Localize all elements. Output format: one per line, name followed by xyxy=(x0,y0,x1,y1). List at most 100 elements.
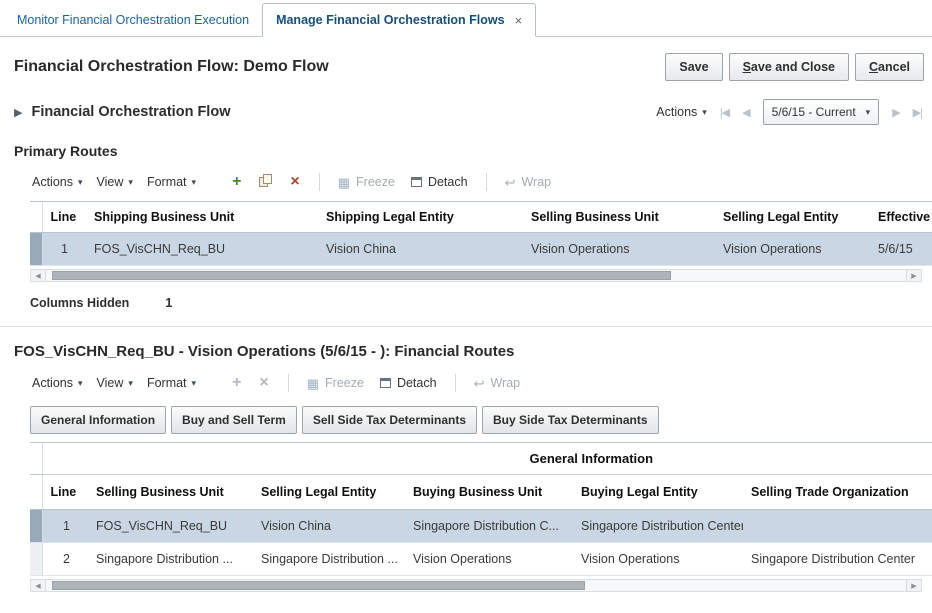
wrap-icon: ↩ xyxy=(474,377,485,390)
cell-effective-start: 5/6/15 xyxy=(870,233,932,266)
cell-selling-business-unit: Vision Operations xyxy=(523,233,715,266)
toggle-sell-side-tax-determinants[interactable]: Sell Side Tax Determinants xyxy=(302,406,477,434)
actions-menu[interactable]: Actions ▾ xyxy=(30,171,85,193)
wrap-button-label: Wrap xyxy=(490,376,520,390)
cell-selling-legal-entity: Singapore Distribution ... xyxy=(253,543,405,576)
cell-selling-trade-organization xyxy=(743,510,932,543)
page-header: Financial Orchestration Flow: Demo Flow … xyxy=(0,37,932,81)
scrollbar-thumb[interactable] xyxy=(52,581,585,590)
view-menu[interactable]: View ▾ xyxy=(95,372,135,394)
row-selector-header xyxy=(30,443,42,475)
row-selector[interactable] xyxy=(30,543,42,576)
save-and-close-button[interactable]: Save and Close xyxy=(729,53,849,81)
financial-routes-toolbar: Actions ▾ View ▾ Format ▾ + × ▦ Freeze D… xyxy=(30,372,924,394)
next-version-icon: ▶ xyxy=(892,106,899,119)
freeze-button-label: Freeze xyxy=(325,376,364,390)
column-header-buying-business-unit: Buying Business Unit xyxy=(405,475,573,510)
table-row[interactable]: 2 Singapore Distribution ... Singapore D… xyxy=(30,543,932,576)
scroll-left-icon[interactable]: ◀ xyxy=(31,580,46,591)
tab-bar: Monitor Financial Orchestration Executio… xyxy=(0,0,932,37)
cell-selling-trade-organization: Singapore Distribution Center xyxy=(743,543,932,576)
delete-row-button[interactable]: × xyxy=(286,172,303,192)
financial-routes-view-toggles: General Information Buy and Sell Term Se… xyxy=(30,406,932,434)
delete-icon: × xyxy=(290,173,299,190)
row-selector-header xyxy=(30,475,42,510)
scrollbar-track[interactable] xyxy=(46,580,906,591)
primary-routes-toolbar: Actions ▾ View ▾ Format ▾ + × ▦ Freeze D… xyxy=(30,171,924,193)
row-selector[interactable] xyxy=(30,510,42,543)
table-header-row: Line Selling Business Unit Selling Legal… xyxy=(30,475,932,510)
chevron-down-icon: ▾ xyxy=(78,378,83,389)
column-header-line: Line xyxy=(42,202,86,233)
column-header-shipping-legal-entity: Shipping Legal Entity xyxy=(318,202,523,233)
scroll-left-icon[interactable]: ◀ xyxy=(31,270,46,281)
delete-row-button: × xyxy=(255,373,272,393)
toggle-general-information[interactable]: General Information xyxy=(30,406,166,434)
plus-icon: + xyxy=(232,374,241,391)
financial-routes-hscrollbar[interactable]: ◀ ▶ xyxy=(30,579,922,592)
row-selector[interactable] xyxy=(30,233,42,266)
primary-routes-heading: Primary Routes xyxy=(14,143,932,159)
table-header-row: Line Shipping Business Unit Shipping Leg… xyxy=(30,202,932,233)
wrap-icon: ↩ xyxy=(505,176,516,189)
column-header-selling-trade-organization: Selling Trade Organization xyxy=(743,475,932,510)
primary-routes-table-wrap: Line Shipping Business Unit Shipping Leg… xyxy=(30,201,932,266)
view-menu-label: View xyxy=(97,376,124,390)
cancel-button[interactable]: Cancel xyxy=(855,53,924,81)
cell-buying-legal-entity: Vision Operations xyxy=(573,543,743,576)
scrollbar-thumb[interactable] xyxy=(52,271,671,280)
format-menu-label: Format xyxy=(147,175,187,189)
scroll-right-icon[interactable]: ▶ xyxy=(906,270,921,281)
table-row[interactable]: 1 FOS_VisCHN_Req_BU Vision China Vision … xyxy=(30,233,932,266)
column-header-line: Line xyxy=(42,475,88,510)
header-buttons: Save Save and Close Cancel xyxy=(665,53,924,81)
detach-button[interactable]: Detach xyxy=(377,372,440,394)
table-row[interactable]: 1 FOS_VisCHN_Req_BU Vision China Singapo… xyxy=(30,510,932,543)
format-menu[interactable]: Format ▾ xyxy=(145,171,198,193)
toggle-buy-side-tax-determinants[interactable]: Buy Side Tax Determinants xyxy=(482,406,659,434)
tab-manage-financial-orchestration-flows[interactable]: Manage Financial Orchestration Flows × xyxy=(262,3,536,37)
cell-shipping-business-unit: FOS_VisCHN_Req_BU xyxy=(86,233,318,266)
tab-label: Manage Financial Orchestration Flows xyxy=(276,13,505,27)
primary-routes-hscrollbar[interactable]: ◀ ▶ xyxy=(30,269,922,282)
toggle-buy-and-sell-term[interactable]: Buy and Sell Term xyxy=(171,406,297,434)
cell-line: 1 xyxy=(42,510,88,543)
duplicate-row-button[interactable] xyxy=(255,172,276,192)
freeze-button: ▦ Freeze xyxy=(335,171,398,193)
add-row-button: + xyxy=(228,373,245,393)
scrollbar-track[interactable] xyxy=(46,270,906,281)
actions-menu[interactable]: Actions ▾ xyxy=(30,372,85,394)
chevron-down-icon: ▾ xyxy=(128,378,133,389)
freeze-icon: ▦ xyxy=(307,377,319,390)
chevron-down-icon: ▾ xyxy=(702,107,707,118)
columns-hidden: Columns Hidden 1 xyxy=(30,296,932,310)
wrap-button: ↩ Wrap xyxy=(471,372,524,394)
scroll-right-icon[interactable]: ▶ xyxy=(906,580,921,591)
add-row-button[interactable]: + xyxy=(228,172,245,192)
column-header-selling-business-unit: Selling Business Unit xyxy=(88,475,253,510)
group-header-general-information: General Information xyxy=(42,443,932,475)
freeze-button-label: Freeze xyxy=(356,175,395,189)
detach-icon xyxy=(411,177,422,187)
tab-monitor-financial-orchestration-execution[interactable]: Monitor Financial Orchestration Executio… xyxy=(4,4,262,36)
save-button[interactable]: Save xyxy=(665,53,722,81)
version-dropdown[interactable]: 5/6/15 - Current ▾ xyxy=(763,99,880,125)
toolbar-separator xyxy=(319,173,320,191)
first-version-icon: |◀ xyxy=(720,106,729,119)
group-header-row: General Information xyxy=(30,443,932,475)
columns-hidden-label: Columns Hidden xyxy=(30,296,129,310)
expand-arrow-icon[interactable]: ▶ xyxy=(14,106,22,119)
format-menu[interactable]: Format ▾ xyxy=(145,372,198,394)
close-icon[interactable]: × xyxy=(515,14,523,27)
flow-actions-label: Actions xyxy=(656,105,697,119)
cancel-button-label: Cancel xyxy=(869,60,910,74)
version-dropdown-value: 5/6/15 - Current xyxy=(772,105,856,119)
column-header-selling-legal-entity: Selling Legal Entity xyxy=(253,475,405,510)
detach-button[interactable]: Detach xyxy=(408,171,471,193)
column-header-selling-legal-entity: Selling Legal Entity xyxy=(715,202,870,233)
cell-buying-legal-entity: Singapore Distribution Center xyxy=(573,510,743,543)
chevron-down-icon: ▾ xyxy=(192,177,197,188)
flow-actions-menu[interactable]: Actions ▾ xyxy=(656,105,707,119)
plus-icon: + xyxy=(232,173,241,190)
view-menu[interactable]: View ▾ xyxy=(95,171,135,193)
